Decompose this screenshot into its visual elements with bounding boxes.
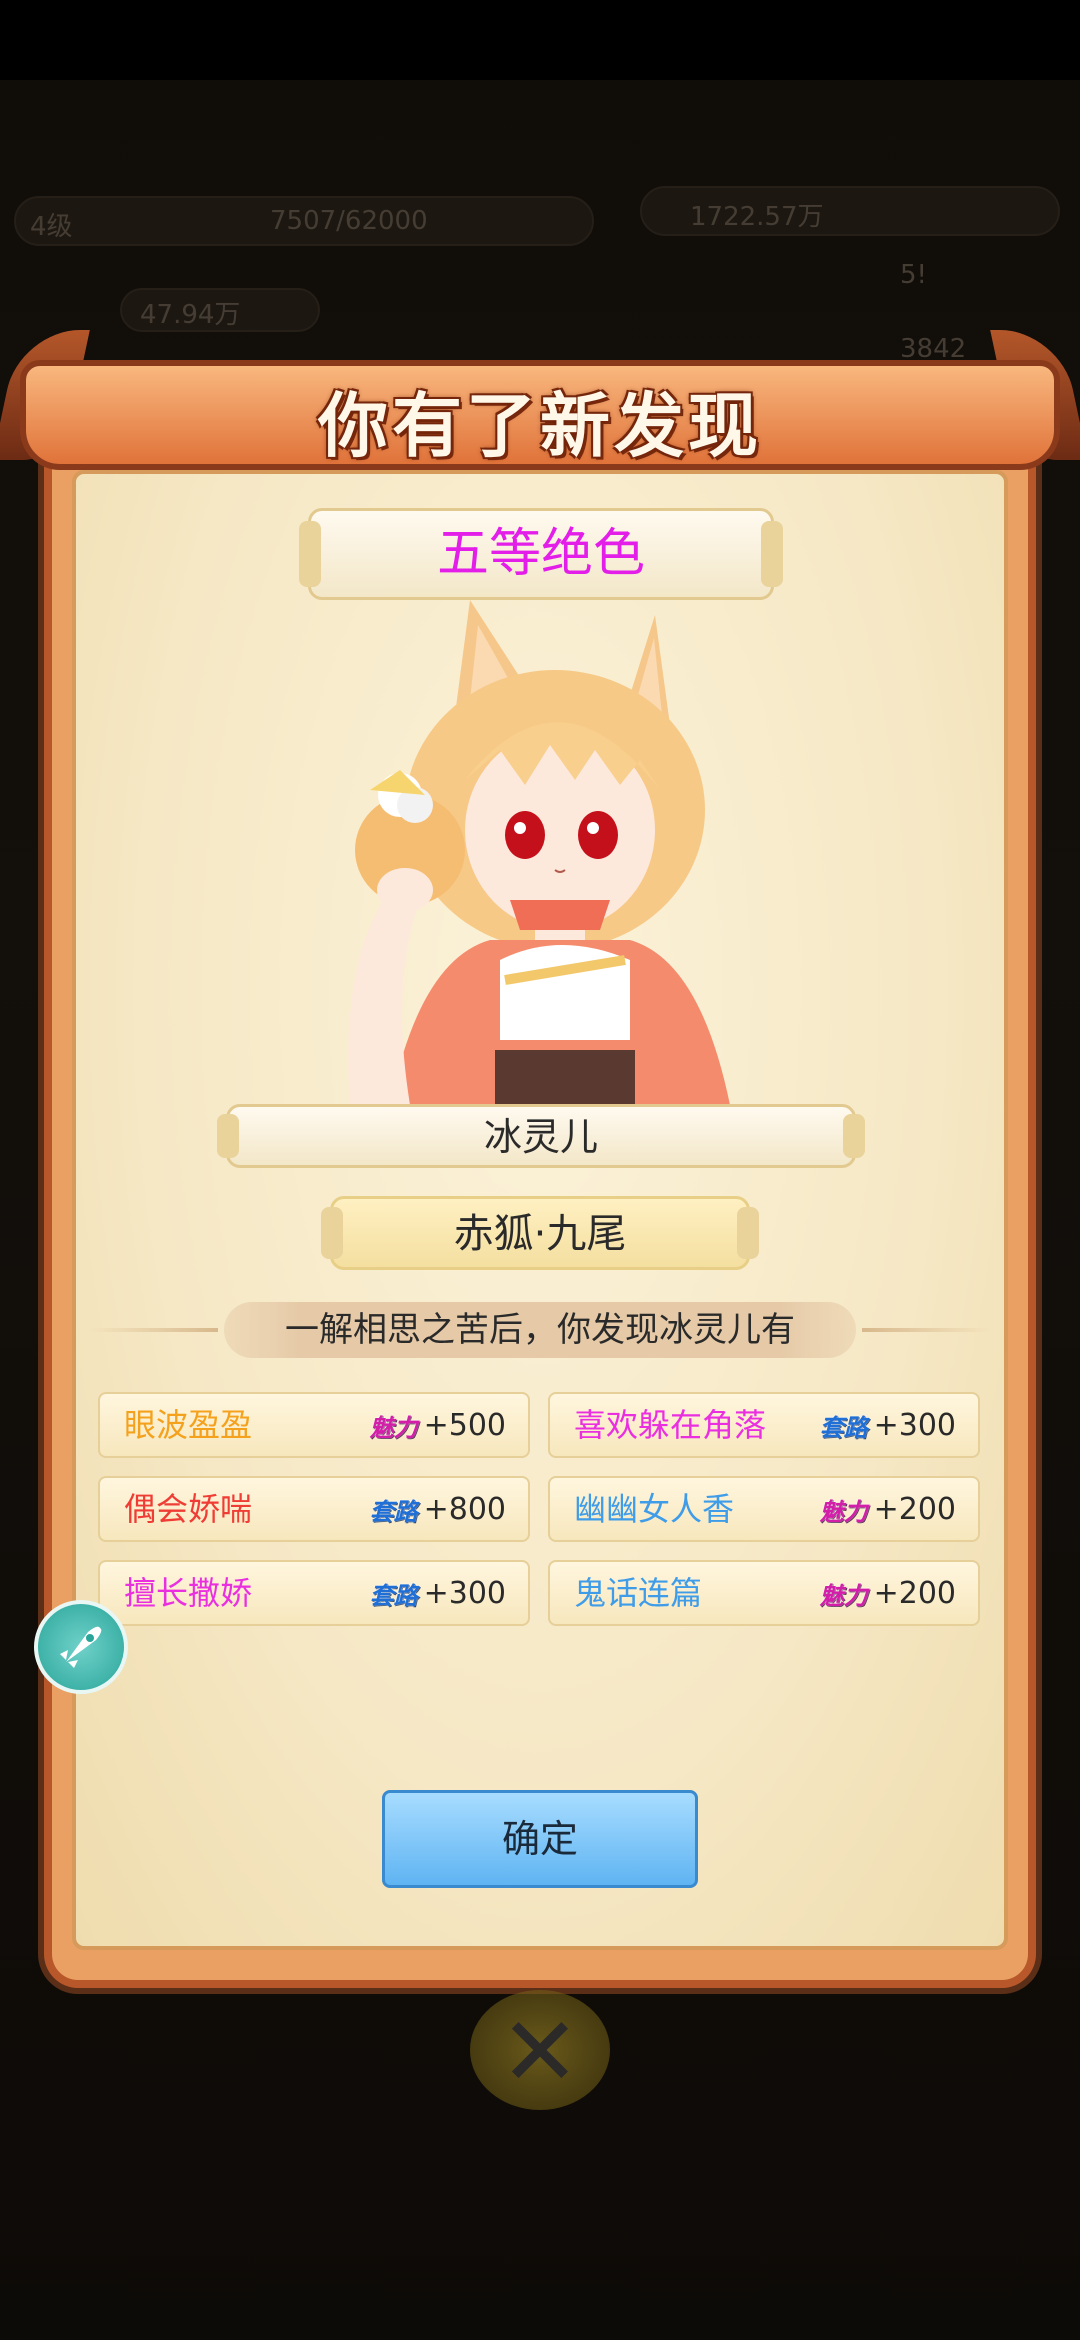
trait-item: 眼波盈盈 魅力 +500 — [98, 1392, 530, 1458]
trait-value: +200 — [873, 1575, 956, 1611]
charm-stat-icon: 魅力 — [369, 1412, 418, 1442]
dialog-title: 你有了新发现 — [318, 384, 762, 467]
character-portrait — [348, 600, 730, 1105]
trait-item: 擅长撒娇 套路 +300 — [98, 1560, 530, 1626]
close-icon: ✕ — [499, 1996, 581, 2108]
discovery-description: 一解相思之苦后，你发现冰灵儿有 — [224, 1302, 856, 1358]
trait-value: +200 — [873, 1491, 956, 1527]
character-subtitle: 赤狐·九尾 — [321, 1196, 759, 1270]
divider-left — [88, 1328, 218, 1332]
skill-stat-icon: 套路 — [369, 1580, 418, 1610]
trait-item: 幽幽女人香 魅力 +200 — [548, 1476, 980, 1542]
trait-name: 偶会娇喘 — [124, 1490, 253, 1528]
trait-value: +500 — [423, 1407, 506, 1443]
rocket-icon — [60, 1626, 102, 1668]
trait-name: 幽幽女人香 — [574, 1490, 735, 1528]
rank-plaque: 五等绝色 — [299, 508, 783, 600]
trait-item: 偶会娇喘 套路 +800 — [98, 1476, 530, 1542]
divider-right — [862, 1328, 992, 1332]
character-name: 冰灵儿 — [217, 1104, 865, 1168]
trait-item: 鬼话连篇 魅力 +200 — [548, 1560, 980, 1626]
close-button[interactable]: ✕ — [470, 1990, 610, 2110]
trait-item: 喜欢躲在角落 套路 +300 — [548, 1392, 980, 1458]
skill-stat-icon: 套路 — [369, 1496, 418, 1526]
skill-stat-icon: 套路 — [819, 1412, 868, 1442]
trait-name: 喜欢躲在角落 — [574, 1406, 767, 1444]
trait-name: 擅长撒娇 — [124, 1574, 253, 1612]
confirm-button[interactable]: 确定 — [382, 1790, 698, 1888]
rocket-button[interactable] — [34, 1600, 128, 1694]
trait-value: +300 — [873, 1407, 956, 1443]
trait-value: +300 — [423, 1575, 506, 1611]
trait-value: +800 — [423, 1491, 506, 1527]
charm-stat-icon: 魅力 — [819, 1496, 868, 1526]
charm-stat-icon: 魅力 — [819, 1580, 868, 1610]
trait-name: 眼波盈盈 — [124, 1406, 253, 1444]
trait-name: 鬼话连篇 — [574, 1574, 703, 1612]
